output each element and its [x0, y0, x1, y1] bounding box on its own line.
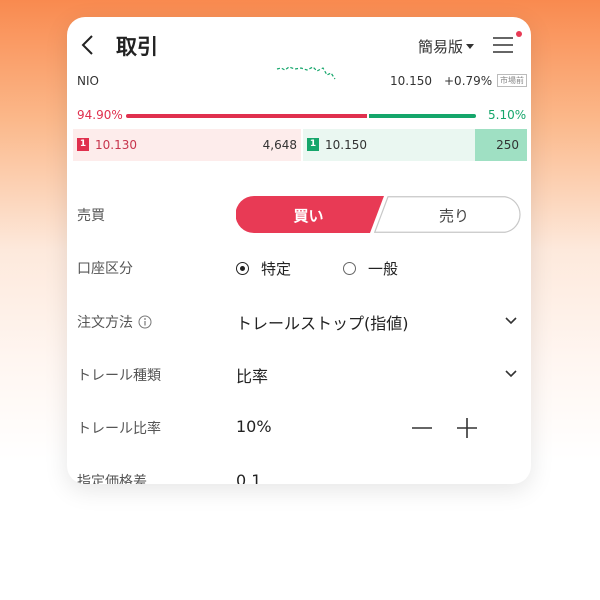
- sell-label: 売り: [438, 207, 469, 225]
- bid-ask-ratio-bar: [126, 114, 476, 118]
- account-radio-ippan[interactable]: 一般: [343, 258, 398, 279]
- version-dropdown[interactable]: 簡易版: [418, 36, 475, 57]
- info-icon[interactable]: [138, 315, 152, 329]
- ask-ratio-fill: [369, 114, 476, 118]
- buy-label: 買い: [293, 207, 324, 225]
- ask-level-badge: 1: [307, 138, 319, 151]
- buy-sell-toggle: 売り 買い: [236, 196, 524, 233]
- chevron-down-icon[interactable]: [504, 316, 518, 326]
- account-option-label: 一般: [368, 260, 399, 278]
- side-label: 売買: [77, 205, 105, 225]
- bid-quantity: 4,648: [262, 138, 297, 152]
- trail-type-select[interactable]: 比率: [236, 363, 268, 387]
- sell-button[interactable]: 売り: [374, 196, 524, 233]
- caret-down-icon: [466, 44, 475, 49]
- ask-ratio-label: 5.10%: [488, 108, 527, 122]
- account-radio-tokutei[interactable]: 特定: [236, 258, 291, 279]
- trail-ratio-input[interactable]: 10%: [236, 417, 272, 436]
- order-method-label-text: 注文方法: [77, 315, 133, 331]
- radio-unselected-icon: [343, 262, 356, 275]
- bid-price: 10.130: [95, 138, 137, 152]
- limit-diff-input[interactable]: 0.1: [236, 471, 261, 484]
- buy-button[interactable]: 買い: [236, 196, 384, 233]
- chevron-down-icon[interactable]: [504, 369, 518, 379]
- hamburger-menu-icon[interactable]: [493, 36, 513, 54]
- account-option-label: 特定: [261, 260, 292, 278]
- order-method-label: 注文方法: [77, 312, 152, 332]
- account-type-label: 口座区分: [77, 258, 133, 278]
- price-change: +0.79%: [444, 74, 493, 88]
- trade-card: 取引 簡易版 NIO 10.150 +0.79% 市場前 94.90% 5.10…: [67, 17, 531, 484]
- version-label: 簡易版: [418, 38, 464, 56]
- notification-dot: [516, 31, 522, 37]
- limit-diff-label: 指定価格差: [77, 471, 147, 484]
- page-title: 取引: [116, 35, 158, 59]
- ask-quote-row[interactable]: 1 10.150 250: [303, 129, 527, 161]
- trail-ratio-label-text: トレール比率: [77, 421, 161, 437]
- limit-diff-label-text: 指定価格差: [77, 474, 147, 484]
- back-arrow-icon[interactable]: [77, 33, 101, 57]
- trail-ratio-label: トレール比率: [77, 418, 161, 438]
- bid-ratio-label: 94.90%: [77, 108, 123, 122]
- bid-ratio-fill: [126, 114, 368, 118]
- account-type-label-text: 口座区分: [77, 261, 133, 277]
- bid-quote-row[interactable]: 1 10.130 4,648: [73, 129, 301, 161]
- ask-price: 10.150: [325, 138, 367, 152]
- radio-selected-icon: [236, 262, 249, 275]
- order-method-select[interactable]: トレールストップ(指値): [236, 310, 409, 334]
- trail-type-label: トレール種類: [77, 365, 161, 385]
- bid-level-badge: 1: [77, 138, 89, 151]
- price-sparkline: [276, 66, 336, 80]
- ask-quantity: 250: [496, 138, 519, 152]
- side-label-text: 売買: [77, 208, 105, 224]
- minus-icon[interactable]: [411, 417, 433, 439]
- market-status-badge: 市場前: [497, 74, 527, 87]
- ticker-symbol: NIO: [77, 74, 99, 88]
- last-price: 10.150: [390, 74, 432, 88]
- trail-type-label-text: トレール種類: [77, 368, 161, 384]
- plus-icon[interactable]: [456, 417, 478, 439]
